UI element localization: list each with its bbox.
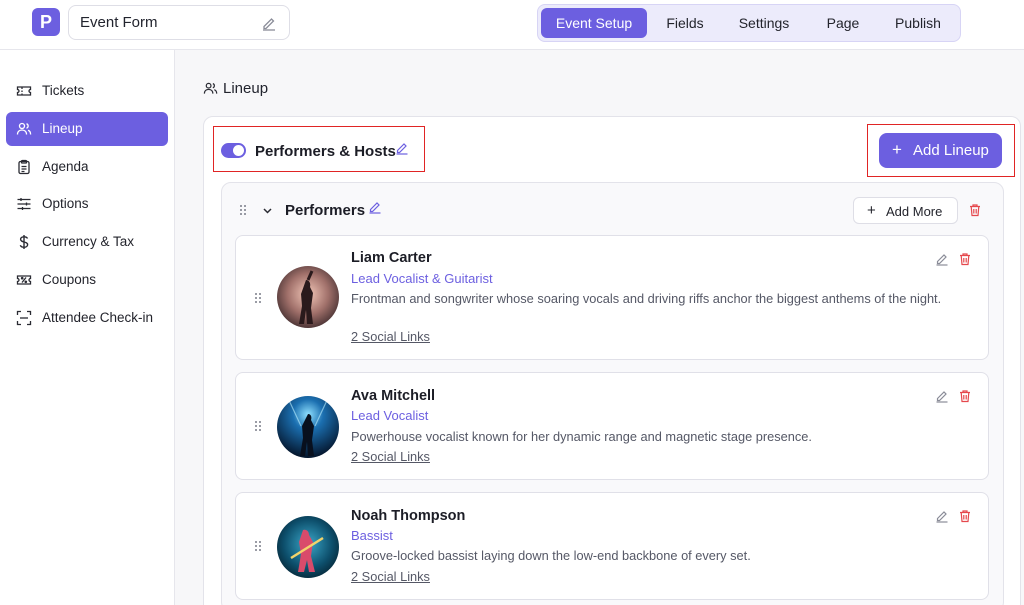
coupon-icon [16, 275, 32, 285]
lineup-toggle[interactable] [221, 143, 246, 158]
performer-avatar [277, 516, 339, 578]
clipboard-icon [18, 159, 30, 175]
performer-card [235, 372, 989, 480]
edit-icon[interactable] [935, 252, 949, 266]
lineup-title: Performers & Hosts [255, 143, 396, 160]
social-links-link[interactable]: 2 Social Links [351, 449, 430, 464]
section-title-label: Lineup [223, 80, 269, 97]
tab-fields[interactable]: Fields [650, 8, 720, 38]
edit-icon[interactable] [935, 389, 949, 403]
sidebar-item-currency-tax[interactable]: Currency & Tax [6, 225, 168, 259]
pencil-icon[interactable] [261, 15, 277, 31]
form-name-field[interactable]: Event Form [68, 5, 290, 40]
plus-icon: + [892, 140, 902, 159]
sidebar-item-options[interactable]: Options [6, 187, 168, 221]
sidebar: Tickets Lineup Agenda Options Currency &… [0, 50, 175, 605]
group-title: Performers [285, 202, 366, 219]
tab-publish[interactable]: Publish [882, 8, 954, 38]
form-name-text: Event Form [80, 14, 158, 31]
performer-role: Lead Vocalist [351, 408, 429, 423]
performer-avatar [277, 396, 339, 458]
ticket-icon [16, 86, 32, 96]
dollar-icon [19, 235, 29, 249]
app-logo[interactable]: P [32, 8, 60, 36]
chevron-down-icon[interactable] [262, 205, 273, 216]
trash-icon[interactable] [958, 252, 972, 266]
sliders-icon [17, 198, 31, 210]
sidebar-item-label: Agenda [42, 159, 89, 174]
add-lineup-label: Add Lineup [913, 142, 989, 159]
users-icon [16, 122, 32, 135]
social-links-link[interactable]: 2 Social Links [351, 329, 430, 344]
sidebar-item-coupons[interactable]: Coupons [6, 263, 168, 297]
add-lineup-button[interactable]: + Add Lineup [879, 133, 1002, 168]
performer-avatar [277, 266, 339, 328]
social-links-link[interactable]: 2 Social Links [351, 569, 430, 584]
add-more-button[interactable]: + Add More [853, 197, 958, 224]
edit-icon[interactable] [395, 141, 409, 155]
edit-icon[interactable] [368, 200, 382, 214]
performer-role: Lead Vocalist & Guitarist [351, 271, 493, 286]
performer-bio: Powerhouse vocalist known for her dynami… [351, 429, 812, 444]
performer-name: Liam Carter [351, 250, 432, 266]
sidebar-item-label: Lineup [42, 121, 83, 136]
performer-name: Ava Mitchell [351, 388, 436, 404]
tab-page[interactable]: Page [808, 8, 878, 38]
sidebar-item-attendee-check-in[interactable]: Attendee Check-in [6, 301, 168, 335]
sidebar-item-agenda[interactable]: Agenda [6, 150, 168, 184]
performer-name: Noah Thompson [351, 508, 466, 524]
sidebar-item-tickets[interactable]: Tickets [6, 74, 168, 108]
tab-settings[interactable]: Settings [724, 8, 804, 38]
users-icon [203, 82, 218, 94]
edit-icon[interactable] [935, 509, 949, 523]
trash-icon[interactable] [958, 509, 972, 523]
sidebar-item-label: Tickets [42, 83, 85, 98]
trash-icon[interactable] [968, 203, 982, 217]
performer-bio: Groove-locked bassist laying down the lo… [351, 548, 751, 563]
plus-icon: + [867, 202, 876, 219]
sidebar-item-label: Options [42, 196, 89, 211]
sidebar-item-lineup[interactable]: Lineup [6, 112, 168, 146]
add-more-label: Add More [886, 204, 943, 219]
drag-handle-icon[interactable] [254, 540, 262, 552]
main-tabs: Event Setup Fields Settings Page Publish [537, 4, 961, 42]
top-bar: P Event Form Event Setup Fields Settings… [0, 0, 1024, 50]
drag-handle-icon[interactable] [254, 420, 262, 432]
performer-card [235, 492, 989, 600]
drag-handle-icon[interactable] [239, 204, 247, 216]
performer-role: Bassist [351, 528, 393, 543]
trash-icon[interactable] [958, 389, 972, 403]
sidebar-item-label: Coupons [42, 272, 97, 287]
performer-bio: Frontman and songwriter whose soaring vo… [351, 291, 942, 306]
scan-icon [16, 310, 32, 326]
tab-event-setup[interactable]: Event Setup [541, 8, 647, 38]
sidebar-item-label: Currency & Tax [42, 234, 135, 249]
drag-handle-icon[interactable] [254, 292, 262, 304]
sidebar-item-label: Attendee Check-in [42, 310, 154, 325]
